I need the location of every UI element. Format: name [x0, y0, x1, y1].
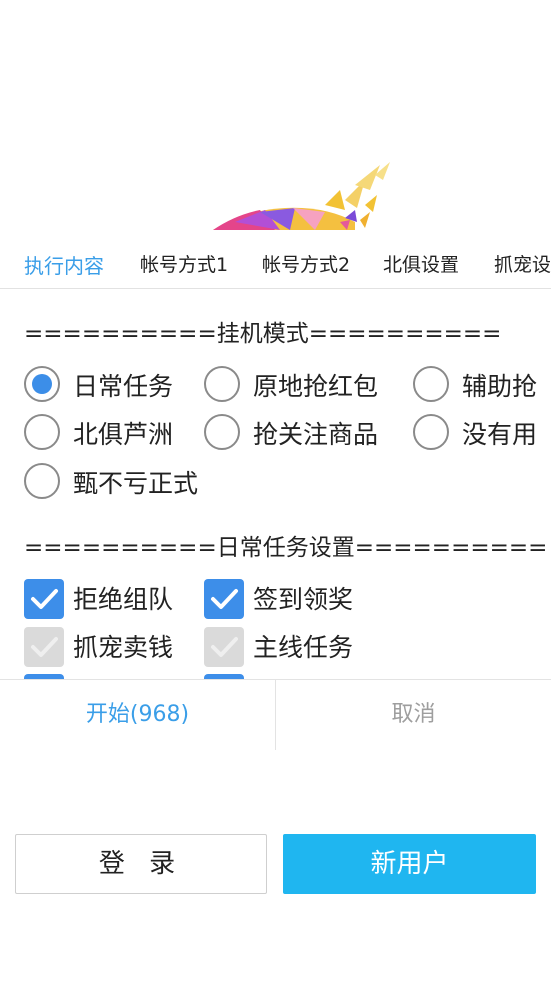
radio-label: 原地抢红包 [253, 372, 379, 401]
radio-label: 抢关注商品 [253, 420, 379, 449]
checkbox-label: 主线任务 [253, 633, 354, 662]
checkbox-checked[interactable] [204, 579, 244, 619]
tab-execution-content[interactable]: 执行内容 [24, 250, 104, 279]
tab-beiju-settings[interactable]: 北俱设置 [383, 250, 459, 277]
checkbox-label: 签到领奖 [253, 585, 354, 614]
new-user-button[interactable]: 新用户 [283, 834, 536, 894]
radio-label: 甄不亏正式 [73, 469, 199, 498]
check-icon [31, 637, 58, 657]
radio-label: 辅助抢 [462, 372, 538, 401]
checkbox-label: 拒绝组队 [73, 585, 174, 614]
radio-button[interactable] [204, 366, 240, 402]
checkbox-checked[interactable] [24, 579, 64, 619]
mode-section-title: ==========挂机模式========== [24, 321, 502, 347]
tab-account-method-2[interactable]: 帐号方式2 [262, 250, 350, 277]
tab-account-method-1[interactable]: 帐号方式1 [140, 250, 228, 277]
radio-button[interactable] [413, 414, 449, 450]
check-icon [211, 637, 238, 657]
checkbox-disabled[interactable] [24, 627, 64, 667]
tab-bar: 执行内容 帐号方式1 帐号方式2 北俱设置 抓宠设 [0, 238, 551, 289]
check-icon [31, 589, 58, 609]
login-button[interactable]: 登 录 [15, 834, 267, 894]
radio-label: 没有用 [462, 420, 538, 449]
daily-section-title: ==========日常任务设置========== [24, 535, 548, 561]
action-button-row: 开始(968) 取消 [0, 679, 551, 750]
radio-label: 日常任务 [73, 372, 174, 401]
tab-pet-settings[interactable]: 抓宠设 [494, 250, 551, 277]
radio-button[interactable] [204, 414, 240, 450]
radio-label: 北俱芦洲 [73, 420, 174, 449]
start-button[interactable]: 开始(968) [0, 680, 275, 750]
cancel-button[interactable]: 取消 [276, 680, 551, 750]
radio-button[interactable] [413, 366, 449, 402]
logo-graphic [213, 162, 390, 230]
checkbox-label: 抓宠卖钱 [73, 633, 174, 662]
check-icon [211, 589, 238, 609]
radio-button[interactable] [24, 463, 60, 499]
checkbox-disabled[interactable] [204, 627, 244, 667]
radio-button-checked[interactable] [24, 366, 60, 402]
radio-button[interactable] [24, 414, 60, 450]
